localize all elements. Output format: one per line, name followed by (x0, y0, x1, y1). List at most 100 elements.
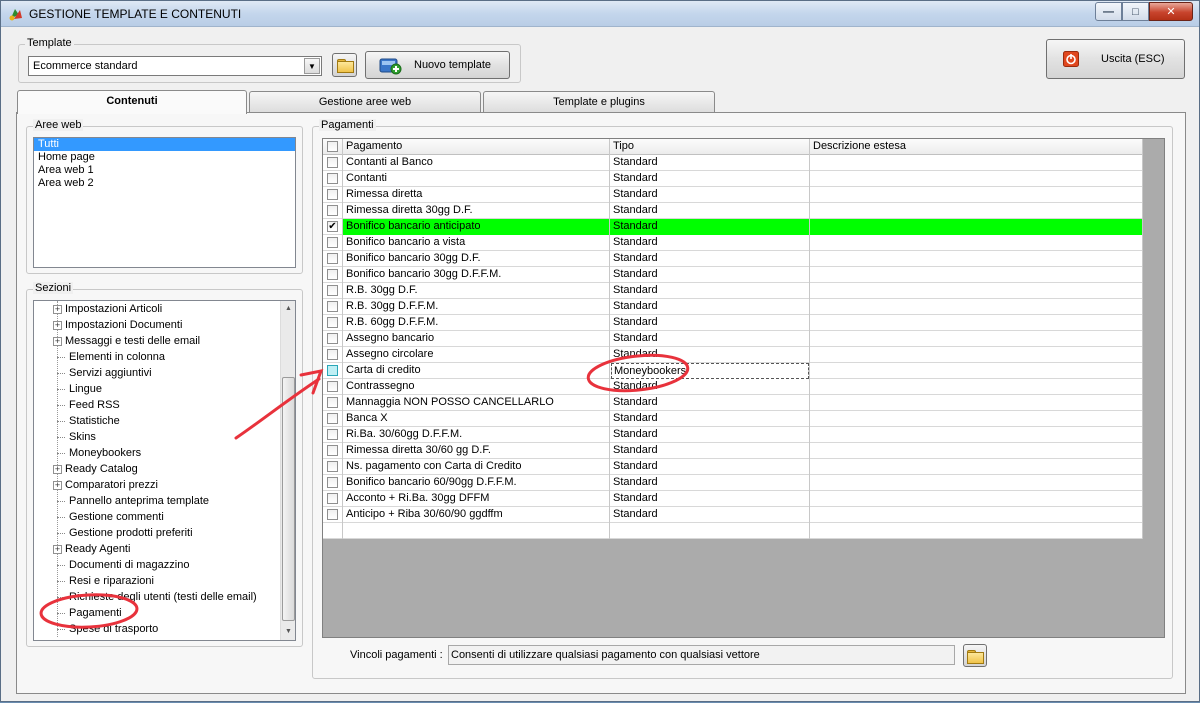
table-row[interactable]: Contanti al Banco Standard (323, 155, 1143, 171)
tree-item[interactable]: + Ready Catalog (53, 461, 138, 477)
row-checkbox-cell[interactable] (323, 443, 343, 459)
tree-item[interactable]: Elementi in colonna (55, 349, 165, 365)
cell-pagamento[interactable]: Assegno bancario (343, 331, 610, 347)
cell-tipo[interactable]: Standard (610, 411, 810, 427)
cell-tipo[interactable]: Standard (610, 315, 810, 331)
vincoli-field[interactable]: Consenti di utilizzare qualsiasi pagamen… (448, 645, 955, 665)
maximize-button[interactable]: □ (1122, 2, 1149, 21)
checkbox[interactable] (327, 173, 338, 184)
tree-item[interactable]: Pannello anteprima template (55, 493, 209, 509)
checkbox[interactable] (327, 317, 338, 328)
table-row[interactable]: Bonifico bancario a vista Standard (323, 235, 1143, 251)
cell-descrizione[interactable] (810, 203, 1143, 219)
tab-gestione-aree-web[interactable]: Gestione aree web (249, 91, 481, 113)
checkbox[interactable] (327, 333, 338, 344)
checkbox[interactable] (327, 493, 338, 504)
table-row[interactable]: R.B. 30gg D.F. Standard (323, 283, 1143, 299)
cell-tipo[interactable]: Standard (610, 235, 810, 251)
empty-cell[interactable] (323, 523, 343, 539)
list-item[interactable]: Home page (34, 151, 295, 164)
cell-tipo[interactable]: Standard (610, 443, 810, 459)
tree-item[interactable]: Richieste degli utenti (testi delle emai… (55, 589, 257, 605)
cell-tipo[interactable]: Standard (610, 491, 810, 507)
row-checkbox-cell[interactable]: ✔ (323, 219, 343, 235)
aree-web-list[interactable]: Tutti Home page Area web 1 Area web 2 (33, 137, 296, 268)
table-row[interactable]: Ns. pagamento con Carta di Credito Standa… (323, 459, 1143, 475)
cell-descrizione[interactable] (810, 171, 1143, 187)
table-row[interactable]: R.B. 60gg D.F.F.M. Standard (323, 315, 1143, 331)
checkbox[interactable] (327, 157, 338, 168)
cell-tipo[interactable]: Standard (610, 155, 810, 171)
row-checkbox-cell[interactable] (323, 203, 343, 219)
row-checkbox-cell[interactable] (323, 315, 343, 331)
cell-pagamento[interactable]: Rimessa diretta (343, 187, 610, 203)
tree-item[interactable]: Servizi aggiuntivi (55, 365, 152, 381)
tree-item[interactable]: + Comparatori prezzi (53, 477, 158, 493)
cell-descrizione[interactable] (810, 299, 1143, 315)
empty-cell[interactable] (610, 523, 810, 539)
tree-item[interactable]: + Impostazioni Articoli (53, 301, 162, 317)
sezioni-scrollbar[interactable]: ▲ ▼ (280, 301, 295, 640)
tree-item[interactable]: Gestione prodotti preferiti (55, 525, 193, 541)
column-header-pagamento[interactable]: Pagamento (343, 139, 610, 155)
row-checkbox-cell[interactable] (323, 267, 343, 283)
tree-item[interactable]: Feed RSS (55, 397, 120, 413)
scrollbar-thumb[interactable] (282, 377, 295, 621)
cell-tipo[interactable]: Standard (610, 347, 810, 363)
tree-item[interactable]: Gestione commenti (55, 509, 164, 525)
table-row[interactable]: Bonifico bancario 30gg D.F.F.M. Standard (323, 267, 1143, 283)
cell-pagamento[interactable]: Rimessa diretta 30/60 gg D.F. (343, 443, 610, 459)
cell-descrizione[interactable] (810, 347, 1143, 363)
row-checkbox-cell[interactable] (323, 235, 343, 251)
cell-tipo[interactable]: Standard (610, 507, 810, 523)
cell-descrizione[interactable] (810, 459, 1143, 475)
tree-item[interactable]: Statistiche (55, 413, 120, 429)
cell-pagamento[interactable]: Bonifico bancario 30gg D.F.F.M. (343, 267, 610, 283)
cell-tipo[interactable]: Standard (610, 187, 810, 203)
checkbox[interactable] (327, 301, 338, 312)
checkbox[interactable] (327, 413, 338, 424)
cell-pagamento[interactable]: Contrassegno (343, 379, 610, 395)
cell-descrizione[interactable] (810, 443, 1143, 459)
cell-tipo[interactable]: Standard (610, 299, 810, 315)
expand-icon[interactable]: + (53, 304, 62, 314)
checkbox[interactable] (327, 237, 338, 248)
column-header-descrizione[interactable]: Descrizione estesa (810, 139, 1143, 155)
table-row[interactable]: Bonifico bancario 30gg D.F. Standard (323, 251, 1143, 267)
cell-pagamento[interactable]: Mannaggia NON POSSO CANCELLARLO (343, 395, 610, 411)
list-item[interactable]: Area web 2 (34, 177, 295, 190)
cell-pagamento[interactable]: Rimessa diretta 30gg D.F. (343, 203, 610, 219)
table-row[interactable]: Anticipo + Riba 30/60/90 ggdffm Standard (323, 507, 1143, 523)
row-checkbox-cell[interactable] (323, 155, 343, 171)
row-checkbox-cell[interactable] (323, 507, 343, 523)
row-checkbox-cell[interactable] (323, 251, 343, 267)
checkbox[interactable]: ✔ (327, 221, 338, 232)
table-row[interactable]: R.B. 30gg D.F.F.M. Standard (323, 299, 1143, 315)
cell-descrizione[interactable] (810, 155, 1143, 171)
cell-pagamento[interactable]: Banca X (343, 411, 610, 427)
cell-tipo[interactable]: Standard (610, 475, 810, 491)
cell-tipo[interactable]: Standard (610, 251, 810, 267)
vincoli-folder-button[interactable] (963, 644, 987, 667)
cell-descrizione[interactable] (810, 235, 1143, 251)
cell-descrizione[interactable] (810, 283, 1143, 299)
table-row[interactable]: ✔ Bonifico bancario anticipato Standard (323, 219, 1143, 235)
expand-icon[interactable]: + (53, 464, 62, 474)
cell-tipo[interactable]: Standard (610, 331, 810, 347)
checkbox[interactable] (327, 397, 338, 408)
template-select[interactable]: Ecommerce standard ▼ (28, 56, 322, 76)
checkbox[interactable] (327, 205, 338, 216)
column-header-tipo[interactable]: Tipo (610, 139, 810, 155)
tree-item[interactable]: Skins (55, 429, 96, 445)
expand-icon[interactable]: + (53, 544, 62, 554)
checkbox[interactable] (327, 509, 338, 520)
cell-descrizione[interactable] (810, 187, 1143, 203)
checkbox[interactable] (327, 285, 338, 296)
table-row[interactable]: Ri.Ba. 30/60gg D.F.F.M. Standard (323, 427, 1143, 443)
table-row[interactable]: Contrassegno Standard (323, 379, 1143, 395)
row-checkbox-cell[interactable] (323, 171, 343, 187)
cell-descrizione[interactable] (810, 315, 1143, 331)
tree-item[interactable]: Pagamenti (55, 605, 122, 621)
table-row[interactable]: Mannaggia NON POSSO CANCELLARLO Standard (323, 395, 1143, 411)
table-row[interactable]: Acconto + Ri.Ba. 30gg DFFM Standard (323, 491, 1143, 507)
